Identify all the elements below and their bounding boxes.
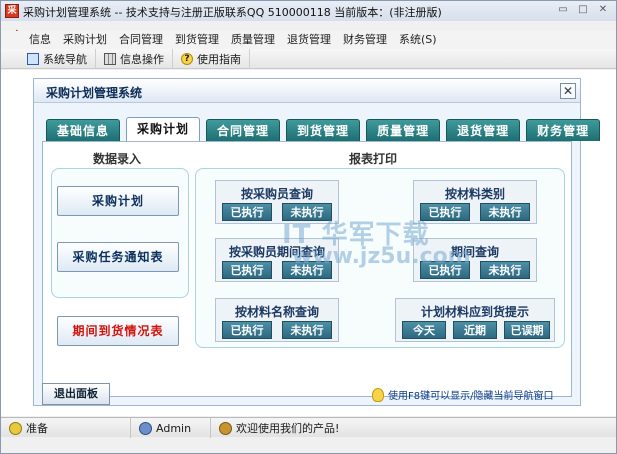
close-button[interactable]: ✕ xyxy=(594,3,612,17)
menu-purchase-plan[interactable]: 采购计划 xyxy=(57,31,113,49)
menu-bar: 信息 采购计划 合同管理 到货管理 质量管理 退货管理 财务管理 系统(S) xyxy=(1,31,616,49)
module-tabs: 基础信息 采购计划 合同管理 到货管理 质量管理 退货管理 财务管理 xyxy=(46,117,601,141)
status-bar: 准备 Admin 欢迎使用我们的产品! xyxy=(1,417,616,438)
period-arrival-report-button[interactable]: 期间到货情况表 xyxy=(57,316,179,346)
reminder-today-button[interactable]: 今天 xyxy=(402,321,446,339)
panel-header: 采购计划管理系统 ✕ xyxy=(34,79,580,103)
window-controls: ▭ □ ✕ xyxy=(554,3,612,17)
report-arrival-reminder-title: 计划材料应到货提示 xyxy=(420,305,529,319)
f8-hint-text: 使用F8键可以显示/隐藏当前导航窗口 xyxy=(388,391,554,402)
menu-return[interactable]: 退货管理 xyxy=(281,31,337,49)
panel-title: 采购计划管理系统 xyxy=(46,86,143,100)
report-by-buyer-title: 按采购员查询 xyxy=(240,187,313,201)
by-material-name-pending-button[interactable]: 未执行 xyxy=(282,321,332,339)
title-bar: 采 采购计划管理系统 -- 技术支持与注册正版联系QQ 510000118 当前… xyxy=(1,1,616,21)
purchase-plan-button[interactable]: 采购计划 xyxy=(57,186,179,216)
tab-return[interactable]: 退货管理 xyxy=(446,119,521,141)
window-title: 采购计划管理系统 -- 技术支持与注册正版联系QQ 510000118 当前版本… xyxy=(23,6,442,19)
exit-panel-button[interactable]: 退出面板 xyxy=(42,383,110,405)
menu-finance[interactable]: 财务管理 xyxy=(337,31,393,49)
tab-finance[interactable]: 财务管理 xyxy=(526,119,601,141)
status-user-text: Admin xyxy=(156,421,192,435)
report-by-material-name-title: 按材料名称查询 xyxy=(234,305,319,319)
toolbar-info-ops[interactable]: 信息操作 xyxy=(96,49,173,69)
ready-icon xyxy=(9,421,22,435)
tab-quality[interactable]: 质量管理 xyxy=(366,119,441,141)
menu-quality[interactable]: 质量管理 xyxy=(225,31,281,49)
app-window: 采 采购计划管理系统 -- 技术支持与注册正版联系QQ 510000118 当前… xyxy=(0,0,617,454)
task-notice-button[interactable]: 采购任务通知表 xyxy=(57,242,179,272)
by-period-pending-button[interactable]: 未执行 xyxy=(480,261,530,279)
app-logo-icon: 采 xyxy=(5,4,19,18)
help-icon: ? xyxy=(181,53,193,65)
status-welcome-text: 欢迎使用我们的产品! xyxy=(236,422,340,435)
tab-arrival[interactable]: 到货管理 xyxy=(286,119,361,141)
user-icon xyxy=(139,421,152,435)
by-category-pending-button[interactable]: 未执行 xyxy=(480,203,530,221)
toolbar-system-nav-label: 系统导航 xyxy=(43,53,87,66)
by-buyer-period-done-button[interactable]: 已执行 xyxy=(222,261,272,279)
report-by-category: 按材料类别 已执行 未执行 xyxy=(413,180,537,224)
by-material-name-done-button[interactable]: 已执行 xyxy=(222,321,272,339)
reminder-recent-button[interactable]: 近期 xyxy=(453,321,497,339)
menu-info[interactable]: 信息 xyxy=(23,31,57,49)
toolbar-user-guide[interactable]: ? 使用指南 xyxy=(173,49,250,69)
grid-icon xyxy=(104,53,116,65)
watermark-url: www.jz5u.com xyxy=(292,244,471,269)
status-ready: 准备 xyxy=(1,418,131,438)
menu-system[interactable]: 系统(S) xyxy=(393,31,443,49)
reports-title: 报表打印 xyxy=(349,152,398,166)
lightbulb-icon xyxy=(372,387,384,402)
report-by-category-title: 按材料类别 xyxy=(444,187,505,201)
reminder-overdue-button[interactable]: 已误期 xyxy=(504,321,550,339)
menu-arrival[interactable]: 到货管理 xyxy=(169,31,225,49)
tab-contract[interactable]: 合同管理 xyxy=(206,119,281,141)
toolbar-info-ops-label: 信息操作 xyxy=(120,53,164,66)
tab-basic-info[interactable]: 基础信息 xyxy=(46,119,121,141)
data-entry-title: 数据录入 xyxy=(93,152,142,166)
menu-contract[interactable]: 合同管理 xyxy=(113,31,169,49)
tab-content: 数据录入 采购计划 采购任务通知表 期间到货情况表 报表打印 按采购员查询 已执… xyxy=(42,141,572,397)
status-user: Admin xyxy=(131,418,211,438)
toolbar: 系统导航 信息操作 ? 使用指南 xyxy=(1,49,616,69)
welcome-icon xyxy=(219,421,232,435)
tab-purchase-plan[interactable]: 采购计划 xyxy=(126,117,201,141)
monitor-icon xyxy=(27,53,39,65)
by-buyer-done-button[interactable]: 已执行 xyxy=(222,203,272,221)
status-ready-text: 准备 xyxy=(26,422,48,435)
work-area: 采购计划管理系统 ✕ 基础信息 采购计划 合同管理 到货管理 质量管理 退货管理… xyxy=(1,70,616,416)
report-by-material-name: 按材料名称查询 已执行 未执行 xyxy=(215,298,339,342)
status-welcome: 欢迎使用我们的产品! xyxy=(211,418,614,438)
f8-hint: 使用F8键可以显示/隐藏当前导航窗口 xyxy=(372,387,553,402)
report-arrival-reminder: 计划材料应到货提示 今天 近期 已误期 xyxy=(395,298,555,342)
toolbar-system-nav[interactable]: 系统导航 xyxy=(19,49,96,69)
maximize-button[interactable]: □ xyxy=(574,3,592,17)
panel-close-icon[interactable]: ✕ xyxy=(560,83,576,99)
nav-panel: 采购计划管理系统 ✕ 基础信息 采购计划 合同管理 到货管理 质量管理 退货管理… xyxy=(33,78,601,406)
toolbar-user-guide-label: 使用指南 xyxy=(197,53,241,66)
minimize-button[interactable]: ▭ xyxy=(554,3,572,17)
